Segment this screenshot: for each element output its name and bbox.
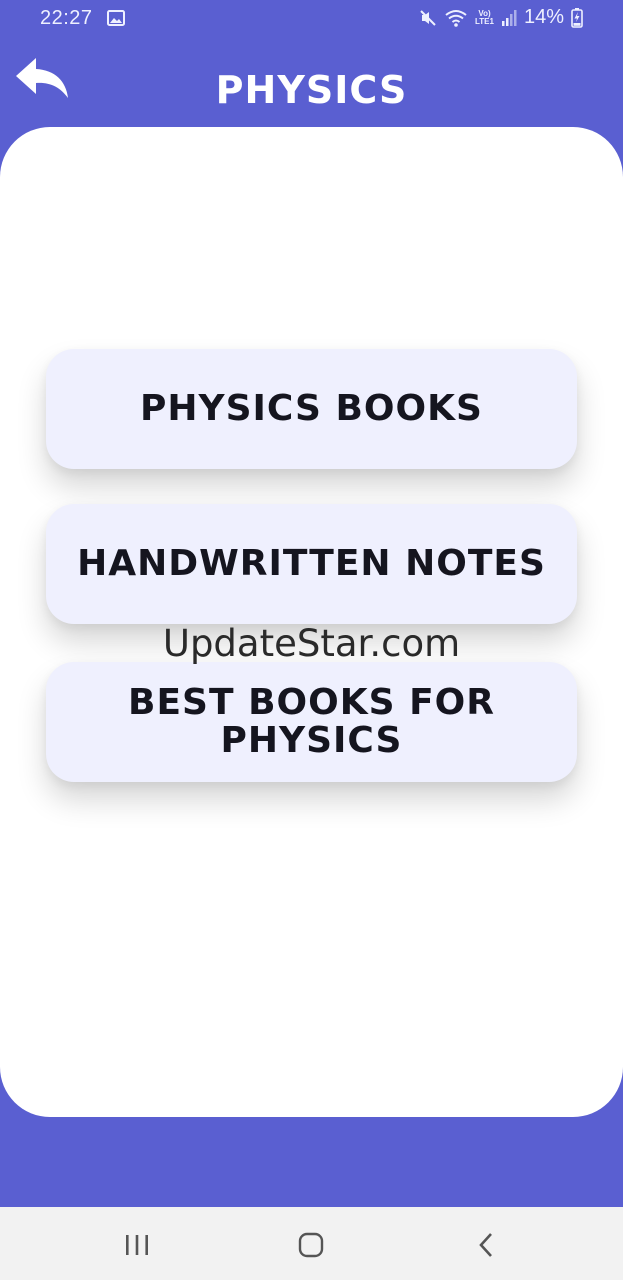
wifi-icon xyxy=(445,9,467,27)
page-title: PHYSICS xyxy=(215,68,408,112)
physics-books-label: PHYSICS BOOKS xyxy=(140,388,483,429)
gallery-icon xyxy=(107,10,125,26)
physics-books-button[interactable]: PHYSICS BOOKS xyxy=(46,349,577,469)
status-bar: 22:27 Vo) LTE1 14% xyxy=(0,0,623,36)
recent-apps-icon xyxy=(126,1235,148,1255)
home-button[interactable] xyxy=(291,1225,331,1265)
status-time: 22:27 xyxy=(40,7,93,29)
handwritten-notes-label: HANDWRITTEN NOTES xyxy=(77,543,546,584)
lte-bottom-label: LTE1 xyxy=(475,16,494,26)
back-button[interactable] xyxy=(466,1225,506,1265)
content-card: PHYSICS BOOKS HANDWRITTEN NOTES UpdateSt… xyxy=(0,127,623,1117)
best-books-button[interactable]: BEST BOOKS FOR PHYSICS xyxy=(46,662,577,782)
mute-icon xyxy=(420,9,436,26)
lte-icon: Vo) LTE1 xyxy=(475,9,494,26)
watermark: UpdateStar.com xyxy=(162,622,461,665)
battery-percent: 14% xyxy=(523,6,564,28)
best-books-label: BEST BOOKS FOR PHYSICS xyxy=(128,682,495,761)
app-header: PHYSICS xyxy=(0,40,623,130)
recent-apps-button[interactable] xyxy=(117,1225,157,1265)
handwritten-notes-button[interactable]: HANDWRITTEN NOTES xyxy=(46,504,577,624)
system-nav-bar xyxy=(0,1207,623,1280)
battery-charging-icon xyxy=(571,7,583,28)
app-screen: 22:27 Vo) LTE1 14% PHYSICS PHYSICS BOOKS… xyxy=(0,0,623,1280)
back-icon xyxy=(479,1233,492,1257)
status-icons: Vo) LTE1 14% xyxy=(419,6,583,29)
signal-icon xyxy=(501,9,517,26)
home-icon xyxy=(298,1232,324,1258)
